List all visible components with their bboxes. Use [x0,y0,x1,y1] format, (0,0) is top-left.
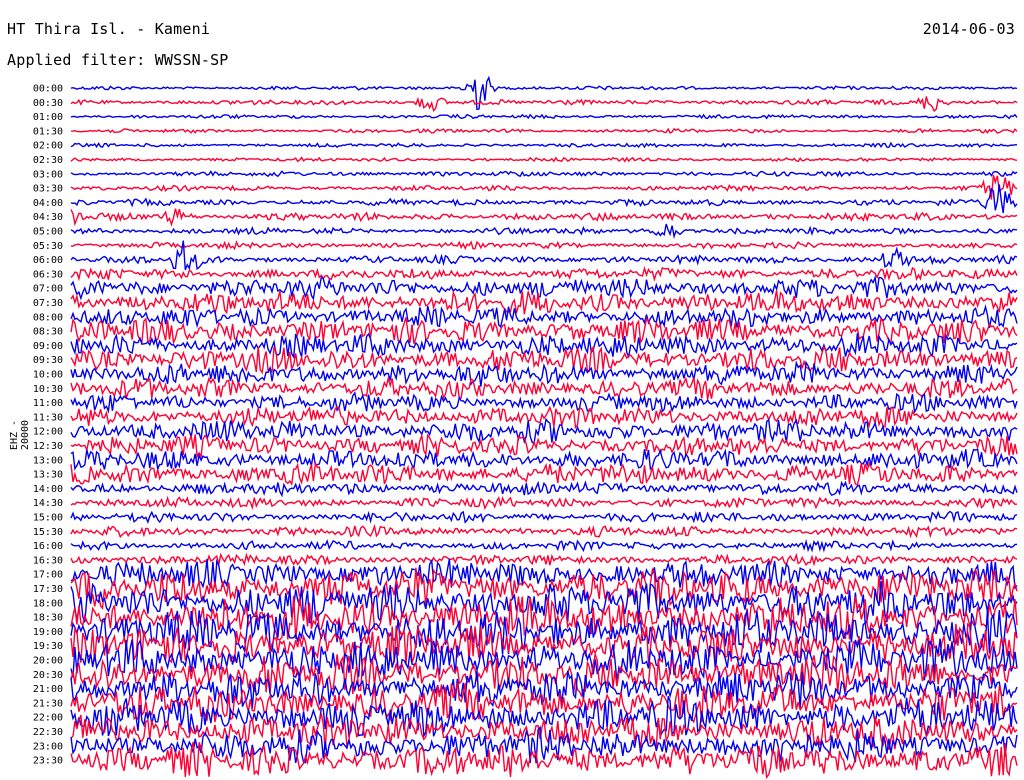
trace-line-0030 [70,96,1018,113]
trace-line-0230 [70,156,1018,163]
trace-line-0100 [70,113,1018,120]
trace-line-0500 [70,223,1018,240]
time-tick-label: 20:30 [33,670,63,681]
time-tick-label: 15:30 [33,527,63,538]
time-tick-label: 19:00 [33,627,63,638]
time-tick-label: 03:30 [33,184,63,195]
time-tick-label: 02:30 [33,155,63,166]
time-tick-label: 02:00 [33,141,63,152]
time-tick-label: 04:00 [33,198,63,209]
time-tick-label: 09:00 [33,341,63,352]
time-tick-label: 03:00 [33,169,63,180]
time-tick-label: 16:00 [33,541,63,552]
time-tick-label: 01:00 [33,112,63,123]
time-tick-label: 16:30 [33,555,63,566]
time-tick-label: 06:30 [33,269,63,280]
trace-line-1230 [70,432,1018,459]
time-tick-label: 10:00 [33,370,63,381]
time-tick-label: 13:00 [33,455,63,466]
trace-line-1030 [70,375,1018,401]
time-tick-label: 07:30 [33,298,63,309]
time-tick-label: 10:30 [33,384,63,395]
time-tick-label: 11:30 [33,412,63,423]
trace-line-0530 [70,240,1018,251]
time-tick-label: 11:00 [33,398,63,409]
time-tick-label: 04:30 [33,212,63,223]
trace-line-1430 [70,495,1018,511]
time-tick-label: 14:30 [33,498,63,509]
time-tick-label: 23:00 [33,741,63,752]
time-tick-label: 14:00 [33,484,63,495]
trace-line-0200 [70,141,1017,149]
time-tick-label: 17:30 [33,584,63,595]
time-tick-label: 00:00 [33,84,63,95]
time-tick-label: 13:30 [33,470,63,481]
trace-line-1530 [70,523,1018,539]
time-tick-label: 09:30 [33,355,63,366]
time-tick-label: 05:00 [33,227,63,238]
time-tick-label: 18:30 [33,613,63,624]
trace-line-1000 [70,360,1018,387]
time-tick-label: 06:00 [33,255,63,266]
time-tick-label: 12:00 [33,427,63,438]
time-tick-label: 05:30 [33,241,63,252]
trace-line-1300 [70,448,1018,472]
time-tick-label: 08:30 [33,327,63,338]
time-tick-label: 18:00 [33,598,63,609]
time-tick-label: 00:30 [33,98,63,109]
trace-line-0430 [70,208,1018,227]
helicorder-plot: 00:00 00:30 01:00 01:30 02:00 02:30 03:00 03:30… [33,75,1018,780]
time-tick-label: 12:30 [33,441,63,452]
trace-line-1800 [70,580,1018,625]
time-tick-label: 19:30 [33,641,63,652]
time-tick-label: 23:30 [33,756,63,767]
time-tick-label: 17:00 [33,570,63,581]
time-tick-label: 07:00 [33,284,63,295]
time-tick-label: 01:30 [33,126,63,137]
time-tick-label: 22:00 [33,713,63,724]
time-tick-label: 20:00 [33,656,63,667]
trace-line-0130 [70,127,1018,135]
time-tick-label: 21:30 [33,698,63,709]
trace-line-0330 [70,174,1018,200]
time-tick-label: 22:30 [33,727,63,738]
trace-line-1600 [70,538,1018,553]
trace-line-1700 [70,558,1018,590]
trace-line-1500 [70,510,1018,524]
time-tick-label: 21:00 [33,684,63,695]
trace-line-0700 [70,275,1018,301]
trace-line-0300 [70,170,1018,178]
trace-line-1100 [70,391,1018,415]
trace-line-1330 [70,460,1018,487]
time-tick-label: 08:00 [33,312,63,323]
time-tick-label: 15:00 [33,513,63,524]
trace-line-1400 [70,480,1018,498]
